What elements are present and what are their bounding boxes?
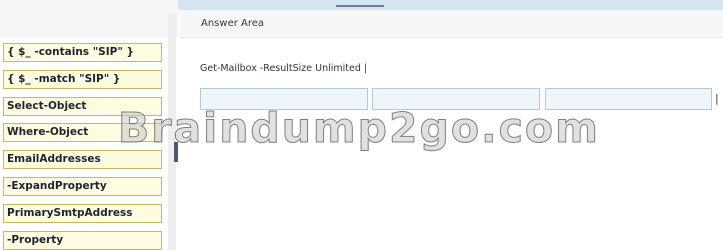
answer-slot-1[interactable] — [200, 88, 368, 110]
answer-area-title: Answer Area — [201, 18, 265, 29]
answer-area-header: Answer Area — [180, 10, 723, 38]
choice-match-sip[interactable]: { $_ -match "SIP" } — [3, 70, 162, 89]
trailing-pipe: | — [715, 92, 719, 105]
choice-property[interactable]: -Property — [3, 231, 162, 250]
answer-slot-2[interactable] — [372, 88, 540, 110]
choice-email-addresses[interactable]: EmailAddresses — [3, 150, 162, 169]
choice-primary-smtp-address[interactable]: PrimarySmtpAddress — [3, 204, 162, 223]
choice-contains-sip[interactable]: { $_ -contains "SIP" } — [3, 43, 162, 62]
scrollbar-track[interactable] — [168, 14, 176, 250]
scrollbar-thumb[interactable] — [174, 142, 178, 162]
choice-where-object[interactable]: Where-Object — [3, 123, 162, 142]
choices-header — [0, 0, 178, 38]
answer-slot-3[interactable] — [545, 88, 712, 110]
choice-select-object[interactable]: Select-Object — [3, 97, 162, 116]
choice-expand-property[interactable]: -ExpandProperty — [3, 177, 162, 196]
command-text: Get-Mailbox -ResultSize Unlimited | — [200, 63, 368, 74]
drag-grip[interactable] — [336, 5, 384, 7]
choices-panel: { $_ -contains "SIP" } { $_ -match "SIP"… — [0, 0, 178, 250]
answer-area: Answer Area — [180, 10, 723, 250]
